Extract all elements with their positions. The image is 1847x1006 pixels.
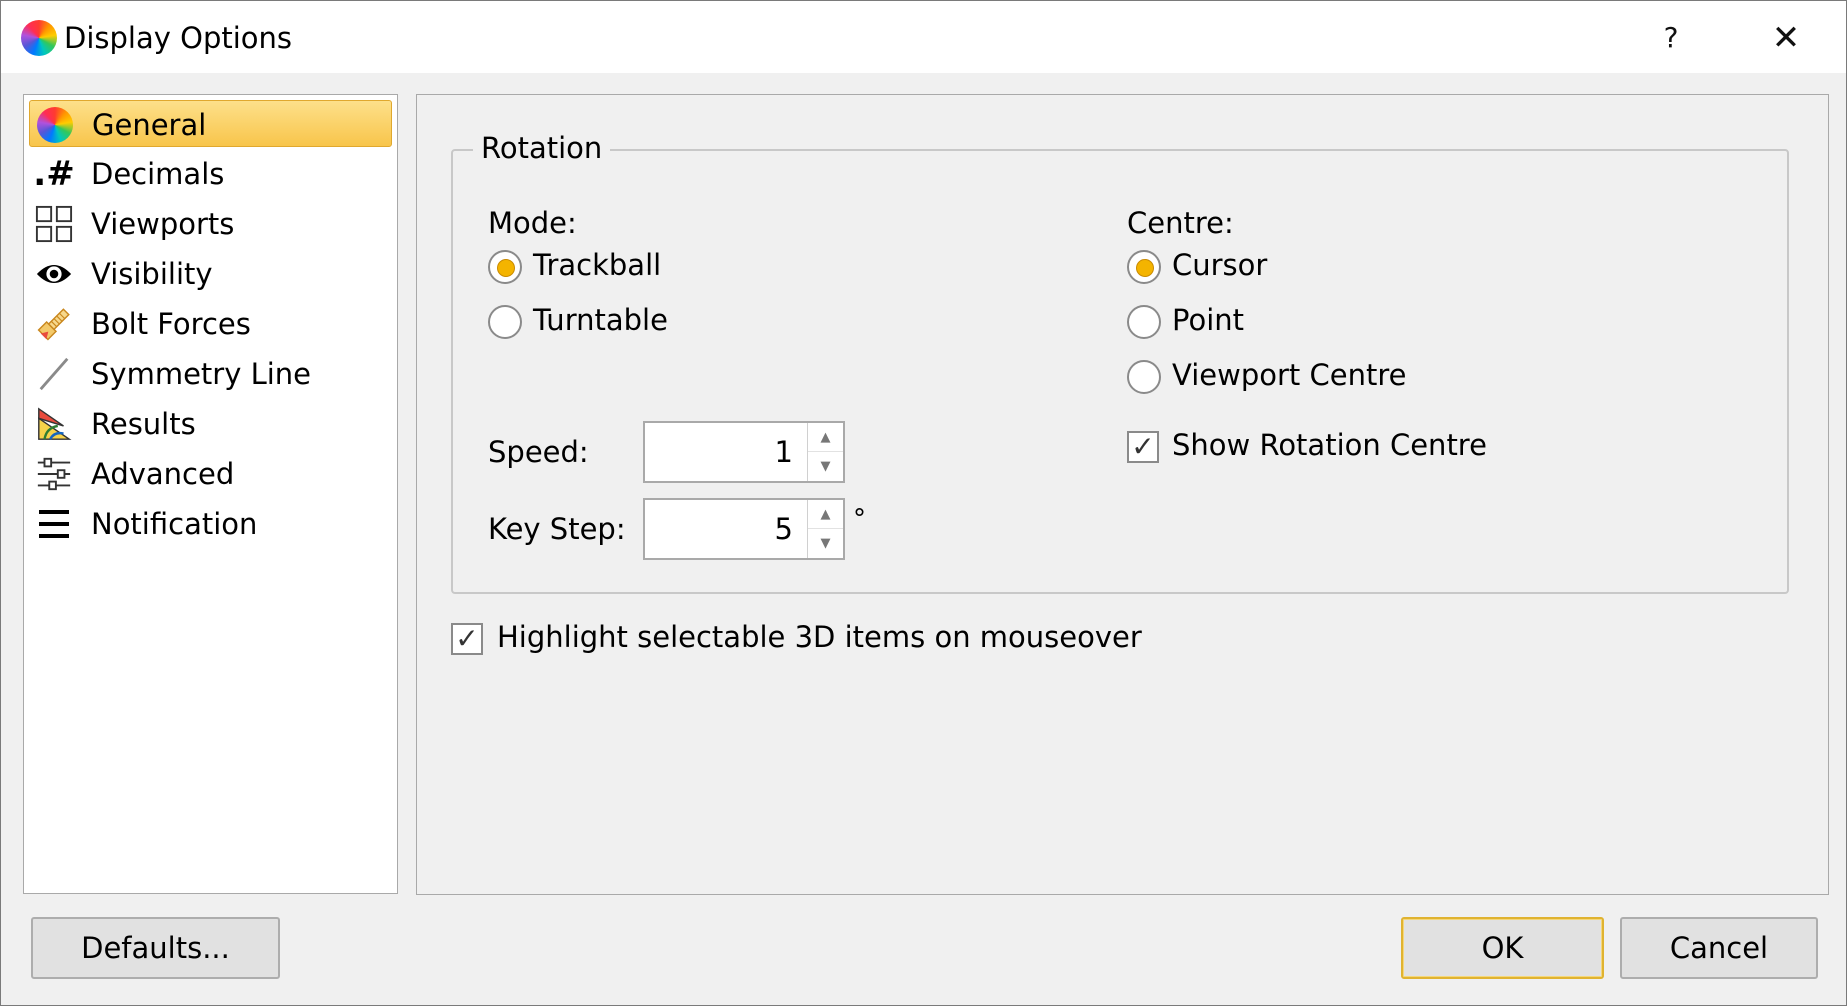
sidebar-item-label: Results: [91, 407, 196, 441]
point-label[interactable]: Point: [1172, 302, 1244, 338]
options-category-list: General .# Decimals Viewports Visibility…: [23, 94, 398, 894]
hamburger-icon: [35, 505, 73, 543]
speed-spinbox: ▲ ▼: [643, 421, 845, 483]
key-step-decrement-button[interactable]: ▼: [808, 529, 843, 558]
color-wheel-icon: [36, 106, 74, 144]
window-title: Display Options: [64, 21, 293, 55]
sidebar-item-results[interactable]: Results: [29, 400, 392, 447]
sidebar-item-advanced[interactable]: Advanced: [29, 450, 392, 497]
point-radio[interactable]: [1127, 305, 1161, 339]
speed-input[interactable]: [647, 425, 805, 479]
sidebar-item-label: Bolt Forces: [91, 307, 251, 341]
sidebar-item-label: Viewports: [91, 207, 235, 241]
degree-unit-label: °: [853, 504, 866, 534]
general-options-panel: Rotation Mode: Trackball Turntable Speed…: [416, 94, 1829, 895]
eye-icon: [35, 255, 73, 293]
trackball-label[interactable]: Trackball: [533, 247, 661, 283]
highlight-mouseover-checkbox[interactable]: ✓: [451, 623, 483, 655]
sidebar-item-viewports[interactable]: Viewports: [29, 200, 392, 247]
viewports-icon: [35, 205, 73, 243]
decimals-icon: .#: [33, 154, 75, 194]
speed-decrement-button[interactable]: ▼: [808, 452, 843, 481]
speed-label: Speed:: [488, 435, 589, 469]
ok-button[interactable]: OK: [1401, 917, 1604, 979]
bolt-icon: [35, 305, 73, 343]
sidebar-item-label: Visibility: [91, 257, 213, 291]
rotation-group-title: Rotation: [473, 129, 611, 167]
sidebar-item-label: Advanced: [91, 457, 235, 491]
color-wheel-app-icon: [21, 20, 57, 56]
sidebar-item-label: Decimals: [91, 157, 225, 191]
sidebar-item-visibility[interactable]: Visibility: [29, 250, 392, 297]
cursor-label[interactable]: Cursor: [1172, 247, 1267, 283]
key-step-increment-button[interactable]: ▲: [808, 500, 843, 529]
key-step-label: Key Step:: [488, 512, 626, 546]
show-rotation-centre-label[interactable]: Show Rotation Centre: [1172, 427, 1487, 463]
sidebar-item-notification[interactable]: Notification: [29, 500, 392, 547]
sidebar-item-decimals[interactable]: .# Decimals: [29, 150, 392, 197]
key-step-spinbox: ▲ ▼: [643, 498, 845, 560]
turntable-radio[interactable]: [488, 305, 522, 339]
turntable-label[interactable]: Turntable: [533, 302, 668, 338]
cancel-button[interactable]: Cancel: [1620, 917, 1818, 979]
sidebar-item-bolt-forces[interactable]: Bolt Forces: [29, 300, 392, 347]
symmetry-line-icon: [35, 355, 73, 393]
results-icon: [35, 405, 73, 443]
sidebar-item-general[interactable]: General: [29, 100, 392, 147]
show-rotation-centre-checkbox[interactable]: ✓: [1127, 431, 1159, 463]
key-step-input[interactable]: [647, 502, 805, 556]
cursor-radio[interactable]: [1127, 250, 1161, 284]
highlight-mouseover-label[interactable]: Highlight selectable 3D items on mouseov…: [497, 619, 1142, 655]
viewport-centre-label[interactable]: Viewport Centre: [1172, 357, 1406, 393]
key-step-spin-buttons: ▲ ▼: [807, 500, 843, 558]
sliders-icon: [35, 455, 73, 493]
speed-spin-buttons: ▲ ▼: [807, 423, 843, 481]
centre-label: Centre:: [1127, 206, 1234, 240]
display-options-dialog: Display Options ? ✕ General .# Decimals: [0, 0, 1847, 1006]
sidebar-item-label: Notification: [91, 507, 258, 541]
defaults-button[interactable]: Defaults...: [31, 917, 280, 979]
sidebar-item-label: General: [92, 108, 207, 142]
rotation-groupbox: Rotation Mode: Trackball Turntable Speed…: [451, 129, 1789, 594]
speed-increment-button[interactable]: ▲: [808, 423, 843, 452]
viewport-centre-radio[interactable]: [1127, 360, 1161, 394]
sidebar-item-symmetry-line[interactable]: Symmetry Line: [29, 350, 392, 397]
sidebar-item-label: Symmetry Line: [91, 357, 312, 391]
mode-label: Mode:: [488, 206, 577, 240]
title-bar: Display Options ? ✕: [1, 1, 1846, 73]
trackball-radio[interactable]: [488, 250, 522, 284]
help-button[interactable]: ?: [1641, 15, 1701, 61]
close-button[interactable]: ✕: [1756, 15, 1816, 61]
